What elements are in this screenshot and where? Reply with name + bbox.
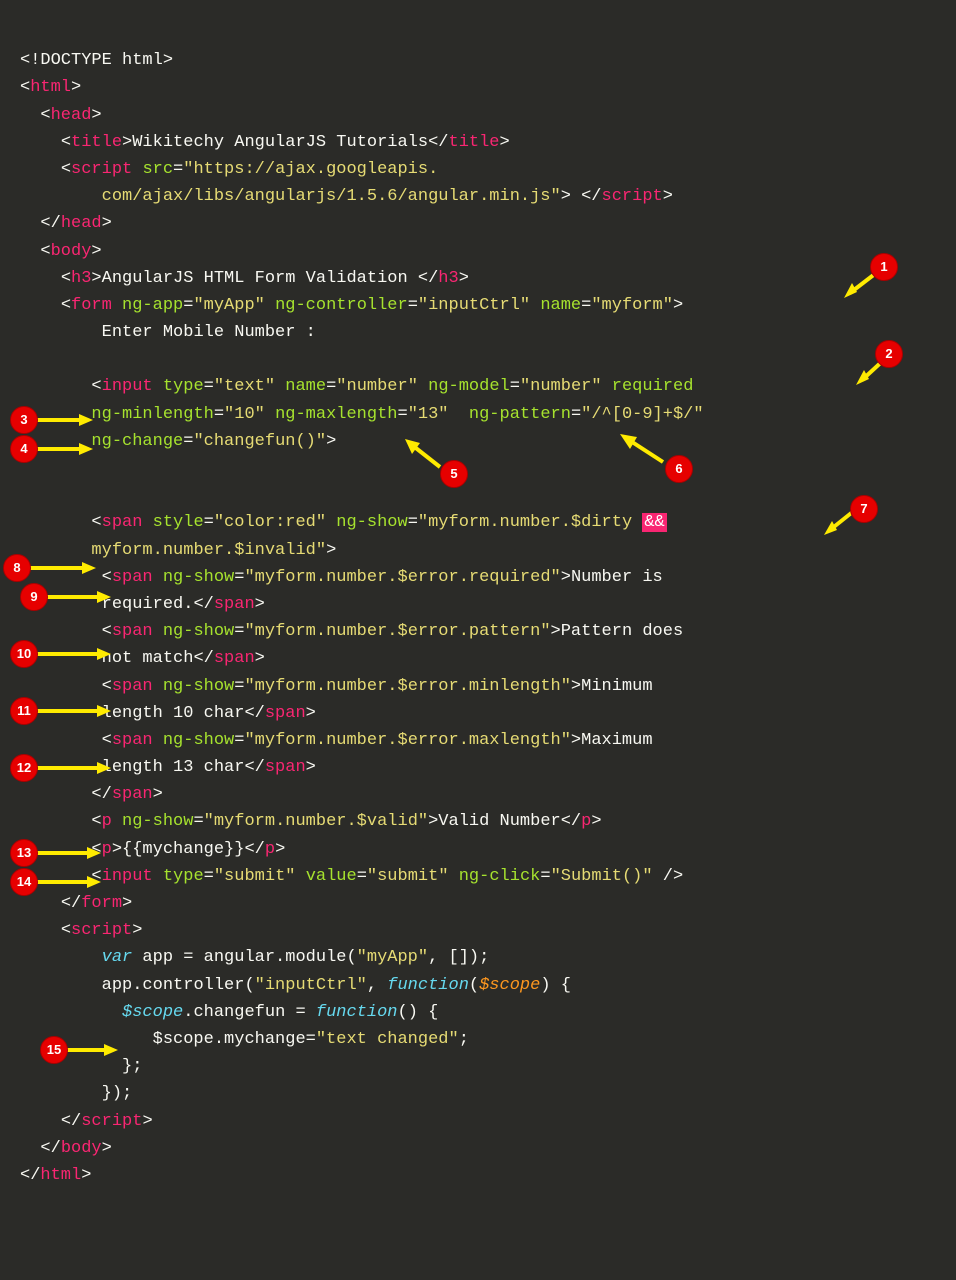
badge-5: 5 bbox=[440, 460, 468, 488]
badge-15: 15 bbox=[40, 1036, 68, 1064]
badge-11: 11 bbox=[10, 697, 38, 725]
badge-14: 14 bbox=[10, 868, 38, 896]
badge-6: 6 bbox=[665, 455, 693, 483]
arrow-10 bbox=[35, 647, 113, 661]
arrow-5 bbox=[400, 437, 445, 472]
badge-12: 12 bbox=[10, 754, 38, 782]
arrow-8 bbox=[28, 561, 98, 575]
arrow-13 bbox=[35, 846, 103, 860]
line-doctype: <!DOCTYPE html> bbox=[20, 51, 173, 70]
arrow-3 bbox=[35, 413, 95, 427]
arrow-11 bbox=[35, 704, 113, 718]
arrow-6 bbox=[615, 432, 670, 467]
badge-13: 13 bbox=[10, 839, 38, 867]
arrow-15 bbox=[65, 1043, 120, 1057]
arrow-4 bbox=[35, 442, 95, 456]
badge-1: 1 bbox=[870, 253, 898, 281]
badge-2: 2 bbox=[875, 340, 903, 368]
arrow-12 bbox=[35, 761, 113, 775]
badge-3: 3 bbox=[10, 406, 38, 434]
arrow-14 bbox=[35, 875, 103, 889]
code-block: <!DOCTYPE html> <html> <head> <title>Wik… bbox=[20, 20, 936, 1189]
arrow-9 bbox=[45, 590, 113, 604]
badge-8: 8 bbox=[3, 554, 31, 582]
badge-10: 10 bbox=[10, 640, 38, 668]
badge-9: 9 bbox=[20, 583, 48, 611]
badge-4: 4 bbox=[10, 435, 38, 463]
badge-7: 7 bbox=[850, 495, 878, 523]
